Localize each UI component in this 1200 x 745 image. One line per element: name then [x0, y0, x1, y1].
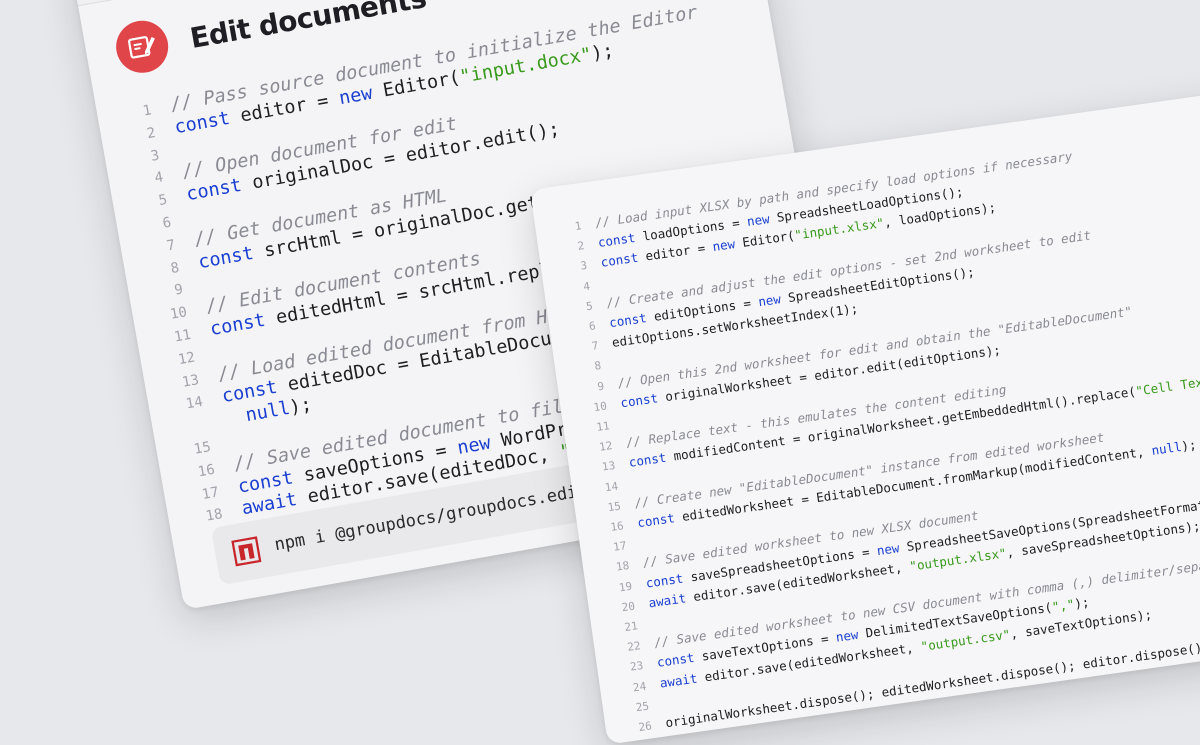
- edit-document-icon: [112, 16, 173, 77]
- editor-window-xlsx: 1// Load input XLSX by path and specify …: [530, 89, 1200, 745]
- line-number: 25: [634, 699, 650, 715]
- line-number: 26: [637, 719, 653, 735]
- line-number: 5: [585, 299, 594, 314]
- line-number: 7: [590, 339, 600, 354]
- line-number: 13: [601, 459, 617, 474]
- page-title: Edit documents: [187, 0, 429, 56]
- line-number: 4: [582, 279, 591, 294]
- line-number: 3: [579, 259, 588, 274]
- line-number: 6: [588, 319, 597, 334]
- line-number: 18: [615, 559, 631, 575]
- code-line: 21: [615, 615, 653, 635]
- code-line: 8: [578, 355, 616, 375]
- code-line: 4: [567, 275, 605, 295]
- line-number: 17: [612, 539, 628, 555]
- line-number: [174, 428, 207, 434]
- line-number: 19: [618, 579, 633, 595]
- line-number: 2: [576, 239, 586, 254]
- line-number: 15: [606, 499, 622, 515]
- code-line: 25: [626, 695, 664, 715]
- line-number: 23: [629, 659, 645, 675]
- npm-icon: [231, 536, 262, 567]
- line-number: 8: [593, 359, 603, 374]
- code-text: // Create and adjust the edit options - …: [605, 227, 1092, 311]
- code-line: 11: [587, 415, 625, 435]
- line-number: 22: [626, 639, 642, 655]
- line-number: 21: [623, 619, 639, 635]
- line-number: 1: [574, 219, 583, 234]
- line-number: 9: [596, 379, 605, 394]
- code-line: 17: [603, 535, 641, 555]
- line-number: 16: [609, 519, 625, 535]
- line-number: 12: [598, 439, 614, 454]
- line-number: 24: [632, 679, 648, 695]
- line-number: 14: [603, 479, 619, 495]
- line-number: 20: [620, 599, 636, 615]
- code-line: 14: [595, 475, 633, 495]
- line-number: 11: [595, 419, 611, 434]
- line-number: 10: [592, 399, 608, 414]
- line-number: 18: [204, 506, 224, 526]
